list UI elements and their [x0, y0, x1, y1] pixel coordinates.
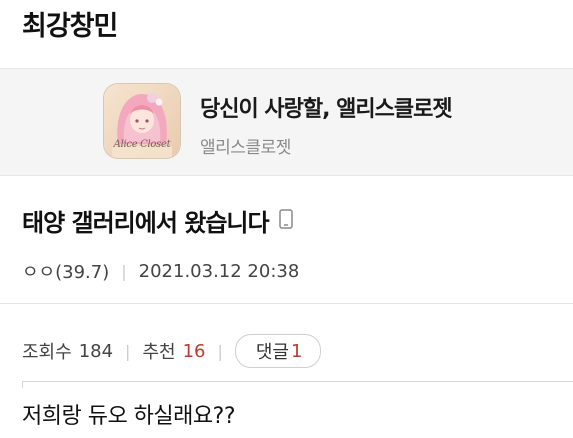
mobile-phone-icon [278, 207, 293, 235]
views-label: 조회수 [22, 342, 72, 363]
comments-button[interactable]: 댓글 1 [234, 334, 322, 368]
stats-separator: | [125, 341, 131, 361]
app-icon[interactable]: Alice Closet [104, 84, 180, 158]
ad-subtitle: 앨리스클로젯 [200, 138, 291, 158]
comments-label: 댓글 [255, 342, 289, 363]
post-meta: ㅇㅇ(39.7) | 2021.03.12 20:38 [22, 258, 299, 284]
stats-separator: | [217, 341, 223, 361]
post-title-text: 태양 갤러리에서 왔습니다 [22, 209, 270, 237]
app-icon-label: Alice Closet [113, 139, 171, 150]
meta-separator: | [121, 261, 127, 281]
recommend-count: 16 [182, 340, 206, 362]
post-datetime: 2021.03.12 20:38 [138, 260, 300, 282]
author-name[interactable]: ㅇㅇ(39.7) [22, 258, 109, 284]
content-divider [22, 381, 573, 388]
views-count: 184 [78, 340, 114, 362]
post-body: 저희랑 듀오 하실래요?? [22, 404, 236, 429]
divider [0, 303, 573, 304]
board-title[interactable]: 최강창민 [22, 4, 118, 43]
recommend-label: 추천 [142, 342, 176, 363]
comments-count: 1 [290, 340, 303, 362]
ad-title[interactable]: 당신이 사랑할, 앨리스클로젯 [200, 91, 453, 123]
post-title: 태양 갤러리에서 왔습니다 [22, 203, 293, 238]
ad-banner[interactable]: Alice Closet 당신이 사랑할, 앨리스클로젯 앨리스클로젯 [0, 68, 573, 176]
post-stats: 조회수 184 | 추천 16 | 댓글 1 [22, 334, 322, 368]
